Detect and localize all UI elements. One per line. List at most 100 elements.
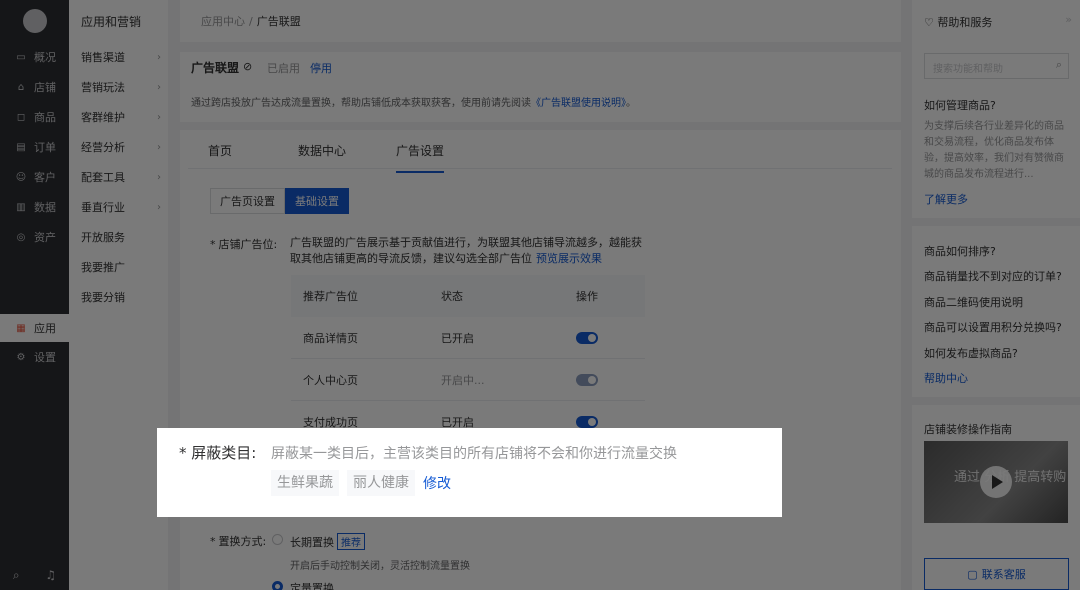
play-icon[interactable] <box>980 466 1012 498</box>
bag-icon: ◻ <box>16 111 26 123</box>
row-name: 个人中心页 <box>303 373 358 387</box>
breadcrumb-current: 广告联盟 <box>256 15 301 28</box>
blocked-category-label: * 屏蔽类目: <box>179 444 257 462</box>
guide-video[interactable]: 通过 分析 提高转购 <box>924 441 1068 523</box>
toggle-switch[interactable] <box>576 331 598 344</box>
tab-ad-settings[interactable]: 广告设置 <box>396 142 445 173</box>
description-suffix: 。 <box>626 98 636 109</box>
nav-item-store[interactable]: ⌂ 店铺 <box>0 74 69 100</box>
nav-item-data[interactable]: ▥ 数据 <box>0 194 69 220</box>
row-status: 已开启 <box>441 331 474 345</box>
tab-bar: 首页 数据中心 广告设置 <box>188 130 892 173</box>
submenu-item[interactable]: 我要推广 <box>81 257 161 277</box>
learn-more-link[interactable]: 了解更多 <box>924 191 968 207</box>
help-panel: ♡ 帮助和服务 » 搜索功能和帮助 ⌕ 如何管理商品? 为支撑后续各行业差异化的商… <box>912 0 1080 590</box>
submenu-item-label: 开放服务 <box>81 231 125 244</box>
settings-card: 首页 数据中心 广告设置 广告页设置 基础设置 * 店铺广告位: 广告联盟的广告展… <box>180 130 901 590</box>
search-icon[interactable]: ⌕ <box>1056 58 1062 72</box>
submenu-item[interactable]: 经营分析 › <box>81 137 161 157</box>
submenu-item-label: 我要推广 <box>81 261 125 274</box>
nav-item-customers[interactable]: ☺ 客户 <box>0 164 69 190</box>
long-term-option[interactable]: 长期置换 推荐 <box>290 533 365 550</box>
modify-link[interactable]: 修改 <box>423 473 451 493</box>
breadcrumb-root[interactable]: 应用中心 <box>201 13 245 29</box>
secondary-nav: 应用和营销 销售渠道 › 营销玩法 › 客群维护 › 经营分析 › 配套工具 › 垂直行业… <box>69 0 168 590</box>
help-search-input[interactable]: 搜索功能和帮助 ⌕ <box>924 53 1069 79</box>
nav-item-label: 商品 <box>34 111 56 124</box>
coin-icon: ◎ <box>16 231 26 243</box>
chevron-right-icon: › <box>157 201 161 213</box>
ad-position-label: * 店铺广告位: <box>210 236 277 252</box>
nav-item-label: 概况 <box>34 51 56 64</box>
submenu-item[interactable]: 垂直行业 › <box>81 197 161 217</box>
ad-position-table: 推荐广告位 状态 操作 商品详情页 已开启 个人中心页 开启中... 支付成功页… <box>291 275 645 443</box>
radio-fixed-amount[interactable] <box>272 581 283 590</box>
nav-item-label: 设置 <box>34 351 56 364</box>
nav-item-settings[interactable]: ⚙ 设置 <box>0 344 69 370</box>
ad-position-desc: 广告联盟的广告展示基于贡献值进行，为联盟其他店铺导流越多，越能获取其他店铺更高的… <box>290 235 650 267</box>
bell-icon[interactable]: ♫ <box>45 568 56 582</box>
submenu-item[interactable]: 配套工具 › <box>81 167 161 187</box>
nav-item-overview[interactable]: ▭ 概况 <box>0 44 69 70</box>
help-question[interactable]: 商品销量找不到对应的订单? <box>924 268 1062 284</box>
help-question[interactable]: 如何发布虚拟商品? <box>924 345 1018 361</box>
submenu-item[interactable]: 销售渠道 › <box>81 47 161 67</box>
collapse-icon[interactable]: » <box>1065 13 1072 26</box>
monitor-icon: ▭ <box>16 51 26 63</box>
primary-nav: ▭ 概况 ⌂ 店铺 ◻ 商品 ▤ 订单 ☺ 客户 ▥ 数据 ◎ 资产 ▦ 应用 ⚙ 设置 ⌕ ♫ <box>0 0 69 590</box>
help-question[interactable]: 商品二维码使用说明 <box>924 294 1023 310</box>
submenu-item-label: 销售渠道 <box>81 51 125 64</box>
fixed-amount-option[interactable]: 定量置换 <box>290 580 334 590</box>
submenu-item[interactable]: 营销玩法 › <box>81 77 161 97</box>
help-center-link[interactable]: 帮助中心 <box>924 370 968 386</box>
app-intro-card: 广告联盟 ⊘ 已启用 停用 通过跨店投放广告达成流量置换，帮助店铺低成本获取获客… <box>180 52 901 122</box>
settings-segment: 广告页设置 基础设置 <box>210 188 349 214</box>
search-placeholder: 搜索功能和帮助 <box>933 64 1003 75</box>
help-title: ♡ 帮助和服务 <box>924 14 992 30</box>
help-question[interactable]: 如何管理商品? <box>924 97 996 113</box>
submenu-item-label: 经营分析 <box>81 141 125 154</box>
toggle-switch[interactable] <box>576 373 598 386</box>
submenu-item[interactable]: 我要分销 <box>81 287 161 307</box>
nav-item-orders[interactable]: ▤ 订单 <box>0 134 69 160</box>
toggle-switch[interactable] <box>576 415 598 428</box>
nav-item-goods[interactable]: ◻ 商品 <box>0 104 69 130</box>
contact-label: 联系客服 <box>981 568 1026 581</box>
search-icon[interactable]: ⌕ <box>13 568 20 583</box>
tab-data-center[interactable]: 数据中心 <box>298 142 346 159</box>
help-question[interactable]: 商品可以设置用积分兑换吗? <box>924 319 1062 335</box>
disable-link[interactable]: 停用 <box>310 60 332 76</box>
column-header: 状态 <box>441 290 463 303</box>
app-description: 通过跨店投放广告达成流量置换，帮助店铺低成本获取获客，使用前请先阅读《广告联盟使… <box>191 94 636 109</box>
radio-long-term[interactable] <box>272 534 283 545</box>
status-check-icon: ⊘ <box>243 60 253 73</box>
help-question[interactable]: 商品如何排序? <box>924 243 996 259</box>
contact-support-button[interactable]: ▢ 联系客服 <box>924 558 1069 590</box>
usage-guide-link[interactable]: 《广告联盟使用说明》 <box>531 98 626 109</box>
ad-position-label-text: 店铺广告位: <box>218 238 278 251</box>
divider <box>912 397 1080 405</box>
page-title: 广告联盟 <box>191 61 240 75</box>
submenu-item-label: 垂直行业 <box>81 201 125 214</box>
submenu-item-label: 我要分销 <box>81 291 125 304</box>
nav-item-apps[interactable]: ▦ 应用 <box>0 314 69 342</box>
breadcrumb: 应用中心 / 广告联盟 <box>180 0 901 42</box>
store-icon: ⌂ <box>17 81 25 93</box>
swap-label-text: 置换方式: <box>218 535 267 548</box>
breadcrumb-separator: / <box>249 14 253 28</box>
submenu-item[interactable]: 客群维护 › <box>81 107 161 127</box>
user-icon: ☺ <box>15 171 27 183</box>
shop-avatar[interactable] <box>23 9 47 33</box>
preview-link[interactable]: 预览展示效果 <box>536 252 602 265</box>
row-name: 商品详情页 <box>303 331 358 345</box>
submenu-item[interactable]: 开放服务 <box>81 227 161 247</box>
row-status: 开启中... <box>441 373 485 387</box>
segment-basic[interactable]: 基础设置 <box>285 188 349 214</box>
nav-bottom-bar: ⌕ ♫ <box>0 560 69 590</box>
table-header: 推荐广告位 状态 操作 <box>291 275 645 317</box>
tab-home[interactable]: 首页 <box>208 142 232 159</box>
chat-icon: ▢ <box>967 567 978 581</box>
segment-ad-page[interactable]: 广告页设置 <box>210 188 285 214</box>
gear-icon: ⚙ <box>16 351 26 363</box>
nav-item-assets[interactable]: ◎ 资产 <box>0 224 69 250</box>
